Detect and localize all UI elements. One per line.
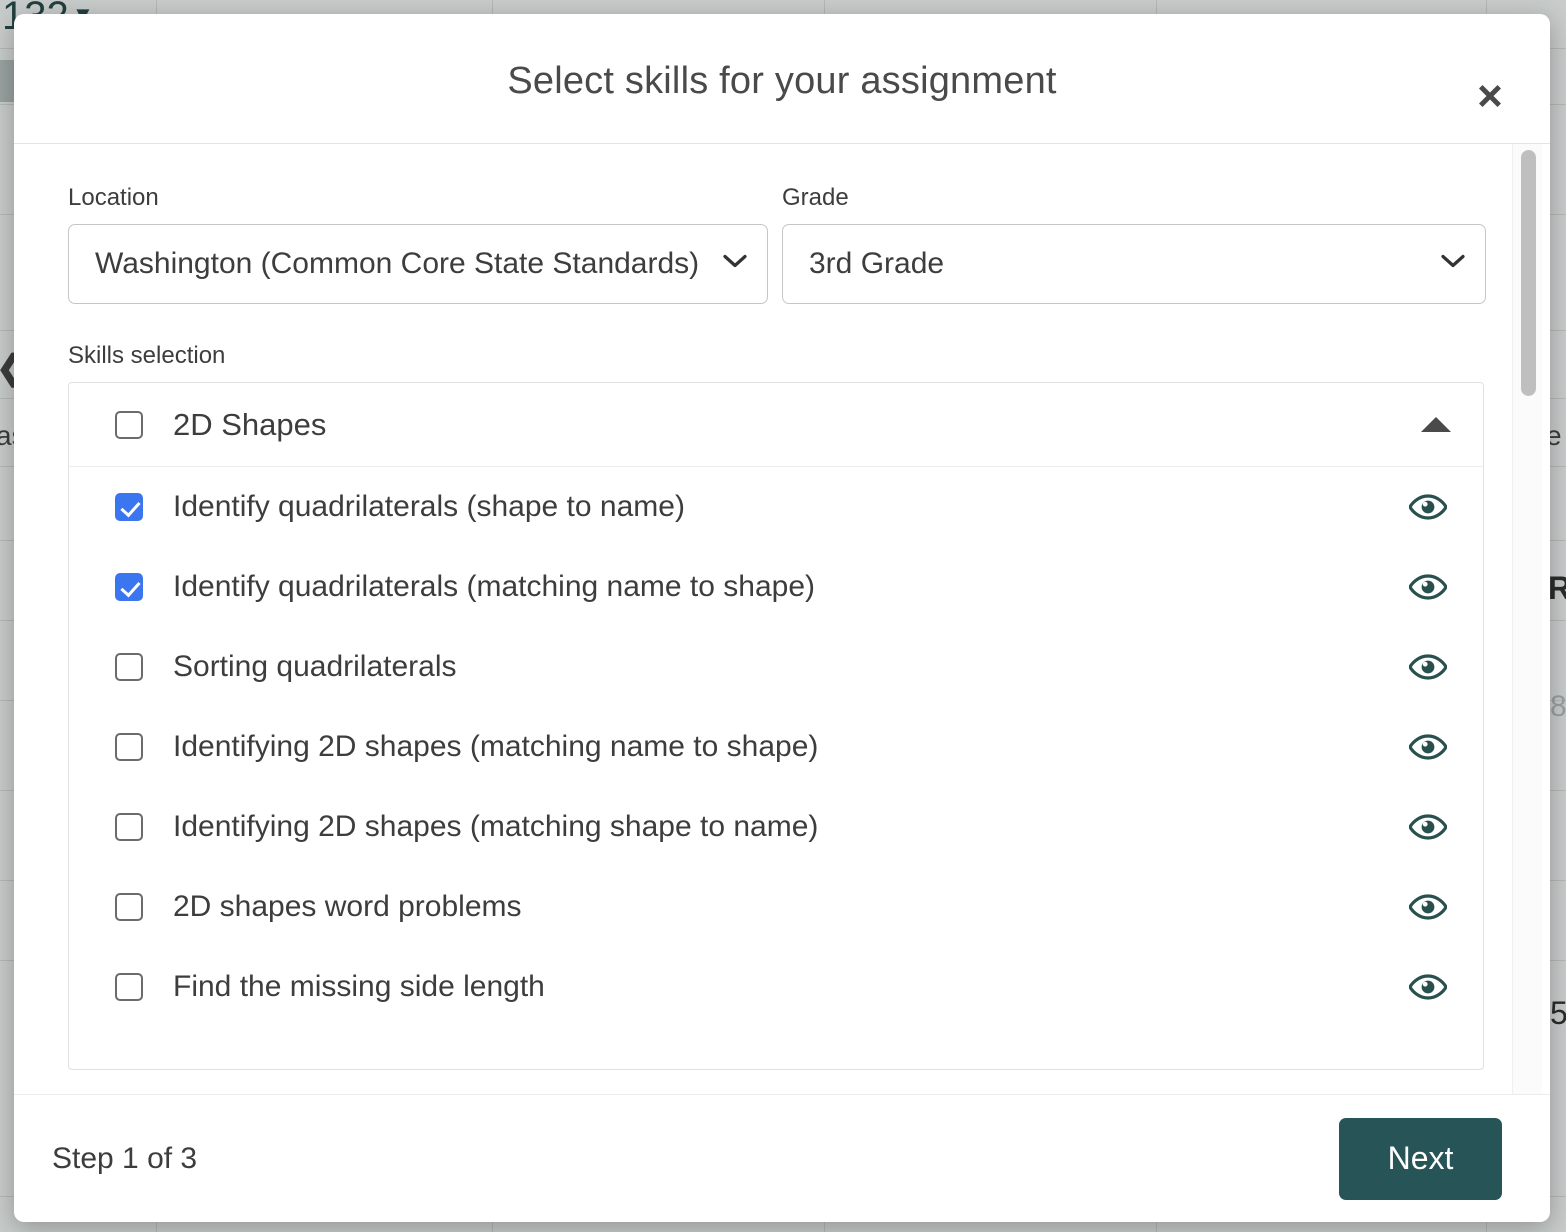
modal-body: Location Washington (Common Core State S…	[14, 144, 1550, 1094]
filters-row: Location Washington (Common Core State S…	[68, 186, 1496, 304]
skill-checkbox[interactable]	[115, 893, 143, 921]
close-icon	[1473, 79, 1507, 113]
grade-select-wrap: 3rd Grade	[782, 224, 1486, 304]
page-title: Select skills for your assignment	[14, 60, 1550, 103]
next-button[interactable]: Next	[1339, 1118, 1502, 1200]
skill-rows-container: Identify quadrilaterals (shape to name) I…	[69, 467, 1483, 1027]
skill-checkbox[interactable]	[115, 733, 143, 761]
skill-checkbox[interactable]	[115, 973, 143, 1001]
eye-icon	[1409, 894, 1447, 920]
modal-header: Select skills for your assignment	[14, 14, 1550, 144]
close-button[interactable]	[1468, 74, 1512, 118]
skill-row[interactable]: 2D shapes word problems	[69, 867, 1483, 947]
modal-footer: Step 1 of 3 Next	[14, 1094, 1550, 1222]
eye-icon	[1409, 574, 1447, 600]
skill-group-title: 2D Shapes	[173, 407, 1421, 443]
location-field-group: Location Washington (Common Core State S…	[68, 186, 768, 304]
skill-row[interactable]: Find the missing side length	[69, 947, 1483, 1027]
eye-icon	[1409, 814, 1447, 840]
skill-label: Sorting quadrilaterals	[173, 650, 457, 684]
location-select-value: Washington (Common Core State Standards)	[95, 247, 715, 281]
preview-skill-button[interactable]	[1405, 484, 1451, 530]
preview-skill-button[interactable]	[1405, 724, 1451, 770]
skill-label: Identify quadrilaterals (matching name t…	[173, 570, 815, 604]
skill-group-checkbox[interactable]	[115, 411, 143, 439]
skill-label: 2D shapes word problems	[173, 890, 522, 924]
preview-skill-button[interactable]	[1405, 964, 1451, 1010]
location-select-wrap: Washington (Common Core State Standards)	[68, 224, 768, 304]
preview-skill-button[interactable]	[1405, 884, 1451, 930]
preview-skill-button[interactable]	[1405, 804, 1451, 850]
skill-row[interactable]: Identify quadrilaterals (shape to name)	[69, 467, 1483, 547]
step-indicator: Step 1 of 3	[52, 1142, 197, 1176]
skill-row[interactable]: Identifying 2D shapes (matching shape to…	[69, 787, 1483, 867]
skills-selection-label: Skills selection	[68, 344, 1496, 368]
skill-row[interactable]: Sorting quadrilaterals	[69, 627, 1483, 707]
grade-select[interactable]: 3rd Grade	[782, 224, 1486, 304]
eye-icon	[1409, 654, 1447, 680]
preview-skill-button[interactable]	[1405, 564, 1451, 610]
skill-checkbox[interactable]	[115, 653, 143, 681]
grade-field-group: Grade 3rd Grade	[782, 186, 1486, 304]
modal-scrollbar-thumb[interactable]	[1521, 150, 1536, 396]
grade-label: Grade	[782, 186, 1486, 210]
skills-list: 2D Shapes Identify quadrilaterals (shape…	[68, 382, 1484, 1070]
preview-skill-button[interactable]	[1405, 644, 1451, 690]
location-select[interactable]: Washington (Common Core State Standards)	[68, 224, 768, 304]
skill-label: Identifying 2D shapes (matching shape to…	[173, 810, 818, 844]
skill-label: Find the missing side length	[173, 970, 545, 1004]
background-text-fragment-r: R	[1548, 570, 1566, 607]
skill-row[interactable]: Identify quadrilaterals (matching name t…	[69, 547, 1483, 627]
select-skills-modal: Select skills for your assignment Locati…	[14, 14, 1550, 1222]
caret-up-icon[interactable]	[1421, 417, 1451, 432]
background-text-fragment-5: 5	[1550, 995, 1566, 1032]
eye-icon	[1409, 974, 1447, 1000]
modal-scrollbar[interactable]	[1512, 144, 1542, 1094]
skill-label: Identify quadrilaterals (shape to name)	[173, 490, 685, 524]
skill-checkbox[interactable]	[115, 813, 143, 841]
eye-icon	[1409, 494, 1447, 520]
skill-checkbox[interactable]	[115, 493, 143, 521]
skill-group-header-2d-shapes[interactable]: 2D Shapes	[69, 383, 1483, 467]
location-label: Location	[68, 186, 768, 210]
eye-icon	[1409, 734, 1447, 760]
skill-label: Identifying 2D shapes (matching name to …	[173, 730, 818, 764]
skill-checkbox[interactable]	[115, 573, 143, 601]
grade-select-value: 3rd Grade	[809, 247, 1433, 281]
skill-row[interactable]: Identifying 2D shapes (matching name to …	[69, 707, 1483, 787]
background-text-fragment-8: 8	[1550, 690, 1566, 724]
